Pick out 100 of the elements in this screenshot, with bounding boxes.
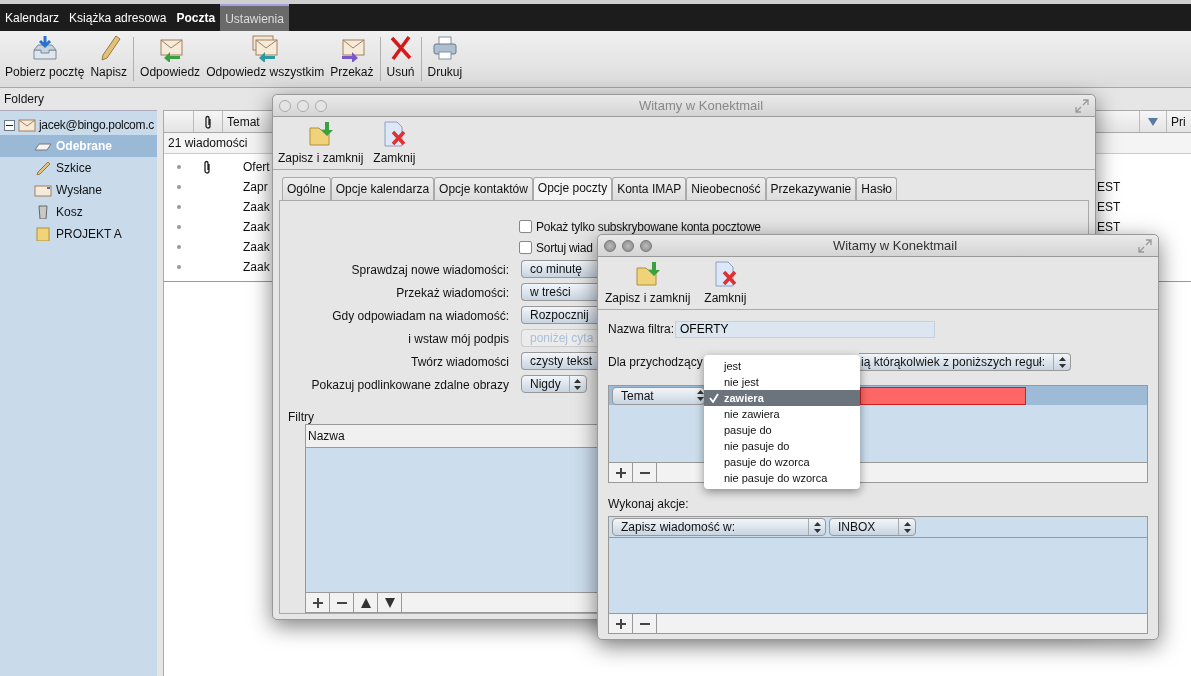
section-label: Wykonaj akcje: <box>608 497 689 511</box>
menu-item[interactable]: jest <box>704 358 860 374</box>
checkbox-option[interactable]: Pokaż tylko subskrybowane konta pocztowe <box>519 218 761 235</box>
up-down-arrows-icon <box>903 521 911 533</box>
message-subject[interactable]: Zaak <box>243 200 270 214</box>
dropdown[interactable]: ią którąkolwiek z poniższych reguł: <box>859 353 1072 371</box>
up-down-arrows-icon <box>813 521 821 533</box>
checkbox[interactable] <box>519 241 532 254</box>
folder-item[interactable]: Kosz <box>0 201 157 223</box>
dropdown[interactable]: Zapisz wiadomość w: <box>612 518 826 536</box>
folder-arrow-icon <box>306 120 335 148</box>
plus-icon <box>312 597 323 608</box>
toolbar-button[interactable]: Zamknij <box>701 257 750 309</box>
message-subject[interactable]: Zaak <box>243 240 270 254</box>
toolbar-button[interactable]: Przekaż <box>327 31 377 87</box>
toolbar-button[interactable]: Zamknij <box>370 117 419 169</box>
menu-item[interactable]: pasuje do wzorca <box>704 454 860 470</box>
window-control-button[interactable] <box>604 239 616 252</box>
sort-arrow-icon[interactable] <box>1148 117 1158 126</box>
dropdown[interactable]: co minutę <box>521 260 598 278</box>
app-tab[interactable]: Kalendarz <box>0 4 65 31</box>
plus-icon <box>615 467 626 478</box>
account-item[interactable]: jacek@bingo.polcom.c <box>39 118 154 132</box>
rule-value-field[interactable] <box>860 386 1026 405</box>
column-header[interactable]: Temat <box>227 114 260 129</box>
envelope-reply-icon <box>251 34 280 62</box>
tab[interactable]: Opcje kontaktów <box>434 177 533 200</box>
up-down-arrows-icon <box>574 378 582 390</box>
folder-arrow-icon <box>633 260 662 288</box>
toolbar-button[interactable]: Usuń <box>383 31 418 87</box>
message-subject[interactable]: Ofert <box>243 160 270 174</box>
message-subject[interactable]: Zaak <box>243 220 270 234</box>
resize-icon[interactable] <box>1075 98 1089 113</box>
folder-item[interactable]: PROJEKT A <box>0 223 157 245</box>
toolbar-button[interactable]: Drukuj <box>424 31 466 87</box>
app-tab[interactable]: Ustawienia <box>220 4 289 31</box>
tab[interactable]: Opcje poczty <box>532 177 613 200</box>
tab[interactable]: Przekazywanie <box>765 177 857 200</box>
window-control-button[interactable] <box>622 239 634 252</box>
printer-icon <box>430 34 459 62</box>
paperclip-icon <box>204 114 212 129</box>
field-label: Pokazuj podlinkowane zdalne obrazy <box>310 377 509 392</box>
column-header[interactable]: Pri <box>1171 114 1186 129</box>
envelope-icon <box>34 183 52 197</box>
tab[interactable]: Opcje kalendarza <box>330 177 435 200</box>
message-subject[interactable]: Zapr <box>243 180 268 194</box>
envelope-icon <box>18 118 36 132</box>
panel-title: Foldery <box>4 92 44 106</box>
collapse-icon[interactable] <box>4 119 15 131</box>
resize-icon[interactable] <box>1138 238 1152 253</box>
tab[interactable]: Konta IMAP <box>612 177 687 200</box>
checkbox[interactable] <box>519 220 532 233</box>
toolbar-button[interactable]: Zapisz i zamknij <box>275 117 367 169</box>
menu-item[interactable]: nie zawiera <box>704 406 860 422</box>
up-down-arrows-icon <box>696 390 704 401</box>
field-label: Nazwa filtra: <box>608 322 675 336</box>
dropdown[interactable]: INBOX <box>829 518 916 536</box>
dropdown[interactable]: w treści <box>521 283 598 301</box>
field-label: Przekaż wiadomości: <box>395 285 509 300</box>
tab[interactable]: Ogólne <box>282 177 331 200</box>
menu-item[interactable]: pasuje do <box>704 422 860 438</box>
field-label: Sprawdzaj nowe wiadomości: <box>350 262 509 277</box>
dropdown[interactable]: czysty tekst <box>521 352 598 370</box>
toolbar-button[interactable]: Odpowiedz wszystkim <box>203 31 328 87</box>
app-tab[interactable]: Poczta <box>171 4 221 31</box>
tab[interactable]: Hasło <box>856 177 897 200</box>
tab[interactable]: Nieobecność <box>686 177 766 200</box>
message-subject[interactable]: Zaak <box>243 260 270 274</box>
table-cell: EST <box>1097 180 1121 194</box>
dropdown[interactable]: Rozpocznij <box>521 306 598 324</box>
dropdown[interactable]: Temat <box>612 386 705 405</box>
column-header: Nazwa <box>308 429 345 443</box>
checkbox-option[interactable]: Sortuj wiad <box>519 239 593 256</box>
field-label: Dla przychodzący <box>608 355 703 369</box>
menu-item[interactable]: nie pasuje do wzorca <box>704 470 860 486</box>
filter-name-field[interactable]: OFERTY <box>675 320 936 338</box>
table-cell: EST <box>1097 200 1121 214</box>
menu-item[interactable]: nie pasuje do <box>704 438 860 454</box>
down-triangle-icon <box>384 597 395 608</box>
status-dot <box>176 245 181 249</box>
toolbar-button[interactable]: Odpowiedz <box>137 31 204 87</box>
menu-item[interactable]: nie jest <box>704 374 860 390</box>
toolbar-button[interactable]: Pobierz pocztę <box>2 31 88 87</box>
pencil-icon <box>34 161 52 175</box>
folder-item[interactable]: Szkice <box>0 157 157 179</box>
field-label: Twórz wiadomości <box>409 354 509 369</box>
up-down-arrows-icon <box>1058 356 1066 368</box>
window-title: Witamy w Konektmail <box>831 238 959 253</box>
dropdown[interactable]: Nigdy <box>521 375 587 393</box>
toolbar-button[interactable]: Zapisz i zamknij <box>602 257 694 309</box>
menu-item[interactable]: zawiera <box>704 390 860 406</box>
check-icon <box>709 393 719 403</box>
status-dot <box>176 165 181 169</box>
window-title: Witamy w Konektmail <box>637 98 765 113</box>
folder-item[interactable]: Wysłane <box>0 179 157 201</box>
toolbar-button[interactable]: Napisz <box>87 31 131 87</box>
window-control-button[interactable] <box>640 239 652 252</box>
status-dot <box>176 225 181 229</box>
section-label: Filtry <box>288 410 314 424</box>
app-tab[interactable]: Książka adresowa <box>64 4 172 31</box>
